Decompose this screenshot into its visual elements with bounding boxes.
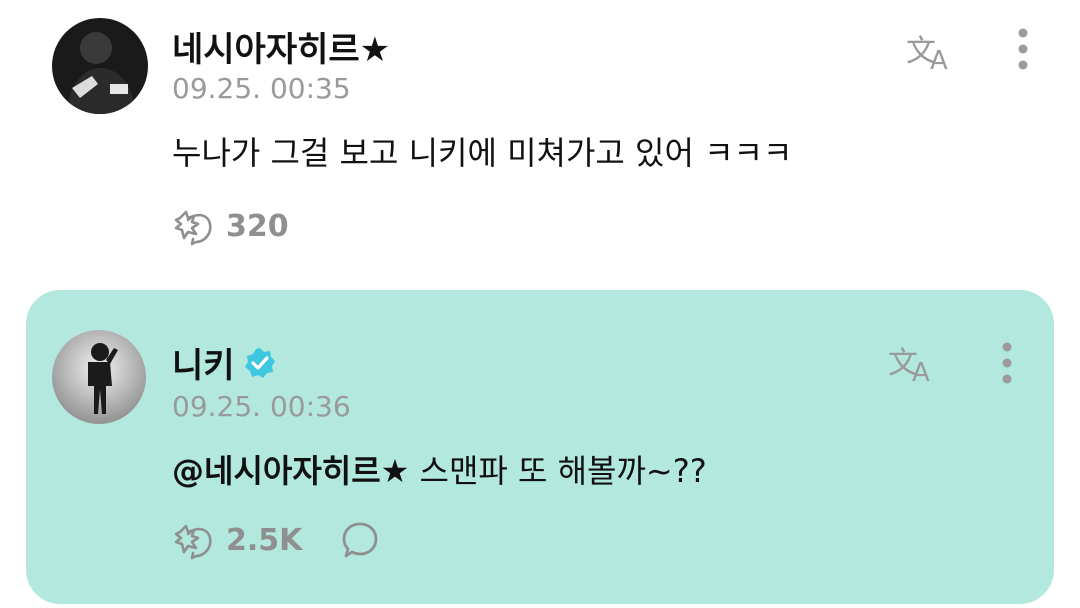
comment-button[interactable] [338,518,382,562]
avatar[interactable] [52,330,146,424]
verified-badge-icon [243,346,277,380]
like-icon [174,210,212,246]
author-name-text: 네시아자히르★ [172,30,391,70]
author-name-text: 니키 [172,346,235,386]
svg-text:A: A [930,46,948,73]
avatar-image [52,18,148,114]
timestamp: 09.25. 00:36 [172,390,351,423]
comment-icon [342,522,378,558]
reply-text-content: 스맨파 또 해볼까~?? [409,452,707,490]
like-button[interactable]: 2.5K [172,518,302,562]
reply-text: @네시아자히르★ 스맨파 또 해볼까~?? [172,446,707,492]
translate-icon: 文 A [888,346,930,385]
like-count: 2.5K [226,522,303,558]
artist-reply-card: 니키 09.25. 00:36 @네시아자히르★ 스맨파 또 해볼까~?? 2.… [26,290,1054,604]
translate-button[interactable]: 文 A [902,26,962,76]
author-name[interactable]: 니키 [172,338,277,387]
author-name[interactable]: 네시아자히르★ [172,22,390,71]
more-vertical-icon [1018,28,1028,70]
more-options-button[interactable] [1008,24,1038,74]
timestamp: 09.25. 00:35 [172,72,351,105]
more-vertical-icon [1002,342,1012,384]
translate-icon: 文 A [906,34,948,73]
like-button[interactable]: 320 [172,204,289,248]
comment-text: 누나가 그걸 보고 니키에 미쳐가고 있어 ㅋㅋㅋ [172,134,793,172]
svg-text:A: A [912,358,930,385]
translate-button[interactable]: 文 A [884,338,944,388]
comment-item: 네시아자히르★ 09.25. 00:35 누나가 그걸 보고 니키에 미쳐가고 … [52,14,1052,264]
like-count: 320 [226,208,289,244]
avatar[interactable] [52,18,148,114]
more-options-button[interactable] [992,338,1022,388]
mention-link[interactable]: @네시아자히르★ [172,452,409,490]
like-icon [174,524,212,560]
avatar-image [52,330,146,424]
